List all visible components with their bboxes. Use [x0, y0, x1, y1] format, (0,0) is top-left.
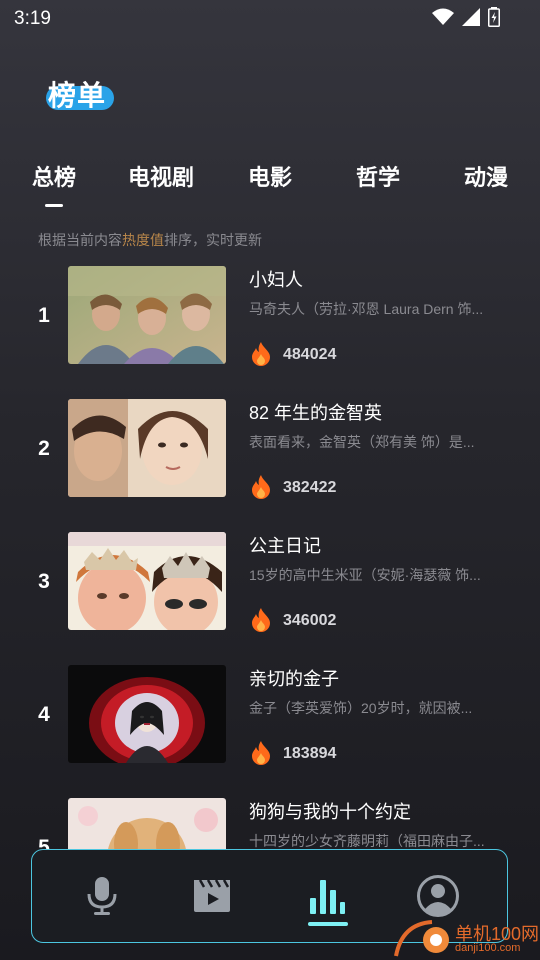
status-bar: 3:19 — [0, 0, 540, 36]
ranking-row[interactable]: 3 公主日记 15岁的高中生米亚（安妮·海瑟薇 饰... 346002 — [0, 532, 540, 632]
flame-icon — [252, 608, 270, 632]
status-icons — [432, 7, 500, 27]
heat-value: 382422 — [283, 479, 337, 496]
poster-image[interactable] — [68, 665, 226, 763]
hint-suffix: 排序，实时更新 — [164, 232, 262, 248]
tab-all[interactable]: 总榜 — [32, 160, 76, 192]
item-title[interactable]: 82 年生的金智英 — [249, 399, 382, 425]
ranking-row[interactable]: 1 小妇人 马奇夫人（劳拉·邓恩 Laura Dern 饰... 484024 — [0, 266, 540, 366]
tab-philosophy[interactable]: 哲学 — [356, 160, 400, 192]
status-time: 3:19 — [14, 8, 51, 29]
item-description: 十四岁的少女齐藤明莉（福田麻由子... — [249, 833, 485, 849]
item-title[interactable]: 小妇人 — [249, 266, 303, 292]
heat-value: 346002 — [283, 612, 337, 629]
microphone-icon — [87, 877, 117, 915]
hint-highlight: 热度值 — [122, 232, 164, 248]
poster-image[interactable] — [68, 532, 226, 630]
heat-value: 484024 — [283, 346, 337, 363]
item-description: 表面看来，金智英（郑有美 饰）是... — [249, 434, 475, 450]
wifi-icon — [432, 8, 454, 25]
nav-profile[interactable] — [416, 874, 460, 918]
nav-video[interactable] — [190, 874, 234, 918]
rank-number: 3 — [38, 570, 50, 593]
tab-tv-series[interactable]: 电视剧 — [128, 160, 194, 192]
active-tab-indicator — [45, 204, 63, 207]
signal-icon — [462, 8, 480, 26]
item-title[interactable]: 公主日记 — [249, 532, 321, 558]
watermark: 单机100网 danji100.com — [392, 918, 540, 960]
hint-prefix: 根据当前内容 — [38, 232, 122, 248]
category-tabs: 总榜 电视剧 电影 哲学 动漫 — [0, 160, 540, 200]
user-avatar-icon — [417, 875, 459, 917]
tab-anime[interactable]: 动漫 — [464, 160, 508, 192]
rank-number: 4 — [38, 703, 50, 726]
watermark-url: danji100.com — [455, 942, 521, 954]
item-title[interactable]: 狗狗与我的十个约定 — [249, 798, 411, 824]
ranking-hint: 根据当前内容热度值排序，实时更新 — [38, 230, 262, 250]
nav-voice[interactable] — [80, 874, 124, 918]
rank-number: 2 — [38, 437, 50, 460]
item-description: 马奇夫人（劳拉·邓恩 Laura Dern 饰... — [249, 301, 484, 317]
heat-value: 183894 — [283, 745, 337, 762]
flame-icon — [252, 475, 270, 499]
flame-icon — [252, 741, 270, 765]
watermark-logo-icon — [394, 920, 449, 957]
tab-movies[interactable]: 电影 — [248, 160, 292, 192]
bar-chart-icon — [310, 880, 345, 914]
nav-selected-indicator — [308, 922, 348, 926]
item-description: 15岁的高中生米亚（安妮·海瑟薇 饰... — [249, 567, 481, 583]
item-description: 金子（李英爱饰）20岁时，就因被... — [249, 700, 473, 716]
nav-ranking[interactable] — [304, 874, 348, 918]
logo-text: 榜单 — [48, 80, 107, 111]
battery-icon — [488, 7, 500, 27]
film-icon — [194, 879, 230, 912]
item-title[interactable]: 亲切的金子 — [249, 665, 339, 691]
ranking-row[interactable]: 2 82 年生的金智英 表面看来，金智英（郑有美 饰）是... 382422 — [0, 399, 540, 499]
rank-number: 1 — [38, 304, 50, 327]
poster-image[interactable] — [68, 266, 226, 364]
poster-image[interactable] — [68, 399, 226, 497]
flame-icon — [252, 342, 270, 366]
ranking-row[interactable]: 4 亲切的金子 金子（李英爱饰）20岁时，就因被... 183894 — [0, 665, 540, 765]
app-logo: 榜单 — [44, 76, 116, 112]
